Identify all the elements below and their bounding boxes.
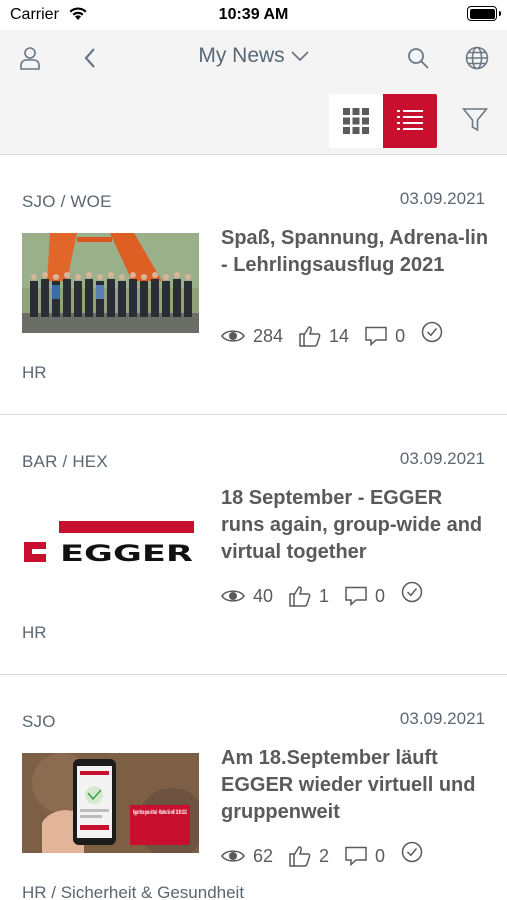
grid-view-button[interactable] bbox=[329, 94, 383, 148]
app-header: My News bbox=[0, 30, 507, 155]
article-stats: 40 1 0 bbox=[221, 581, 423, 610]
likes-count: 14 bbox=[329, 325, 350, 346]
eye-icon bbox=[221, 850, 245, 862]
article-date: 03.09.2021 bbox=[399, 189, 485, 208]
article-date: 03.09.2021 bbox=[399, 449, 485, 468]
page-title: My News bbox=[198, 44, 285, 67]
svg-text:EGGER: EGGER bbox=[60, 542, 193, 567]
eye-icon bbox=[221, 330, 245, 342]
article-headline[interactable]: Am 18.September läuft EGGER wieder virtu… bbox=[221, 745, 491, 826]
article-date: 03.09.2021 bbox=[399, 709, 485, 728]
check-circle-icon bbox=[401, 581, 423, 603]
comments-stat[interactable]: 0 bbox=[365, 326, 405, 347]
article-category: HR bbox=[22, 623, 47, 642]
list-view-button[interactable] bbox=[383, 94, 437, 148]
svg-text:Egger Runs goes virtual – Mach: Egger Runs goes virtual – Machen Sie mit… bbox=[133, 809, 187, 816]
article-stats: 62 2 0 bbox=[221, 841, 423, 870]
status-time: 10:39 AM bbox=[218, 6, 289, 23]
likes-count: 2 bbox=[319, 845, 330, 866]
news-card[interactable]: BAR / HEX 03.09.2021 EGGER 18 September … bbox=[0, 415, 507, 675]
news-feed[interactable]: SJO / WOE 03.09.2021 Spaß, Spannung, Adr… bbox=[0, 155, 507, 900]
grid-icon bbox=[343, 108, 369, 134]
list-icon bbox=[397, 110, 423, 130]
views-count: 62 bbox=[253, 845, 274, 866]
comment-icon bbox=[345, 586, 367, 606]
likes-stat[interactable]: 2 bbox=[289, 845, 329, 867]
views-stat: 284 bbox=[221, 326, 283, 347]
likes-stat[interactable]: 1 bbox=[289, 585, 329, 607]
likes-stat[interactable]: 14 bbox=[299, 325, 349, 347]
article-tag: SJO / WOE bbox=[22, 192, 112, 211]
article-stats: 284 14 0 bbox=[221, 321, 443, 350]
article-category: HR bbox=[22, 363, 47, 382]
article-headline[interactable]: Spaß, Spannung, Adrena-lin - Lehrlingsau… bbox=[221, 225, 491, 279]
article-headline[interactable]: 18 September - EGGER runs again, group-w… bbox=[221, 485, 491, 566]
article-tag: SJO bbox=[22, 712, 56, 731]
thumbs-up-icon bbox=[289, 586, 311, 607]
article-category: HR / Sicherheit & Gesundheit bbox=[22, 883, 245, 900]
globe-icon[interactable] bbox=[457, 38, 497, 78]
status-bar: Carrier 10:39 AM bbox=[0, 0, 507, 30]
check-circle-icon bbox=[421, 321, 443, 343]
comments-stat[interactable]: 0 bbox=[345, 846, 385, 867]
views-stat: 40 bbox=[221, 586, 273, 607]
article-thumbnail[interactable]: Egger Runs goes virtual – Machen Sie mit… bbox=[22, 753, 199, 853]
comment-icon bbox=[365, 326, 387, 346]
filter-icon[interactable] bbox=[455, 100, 495, 140]
eye-icon bbox=[221, 590, 245, 602]
likes-count: 1 bbox=[319, 585, 330, 606]
thumbs-up-icon bbox=[299, 326, 321, 347]
news-card[interactable]: SJO 03.09.2021 Egger Runs goes virtual –… bbox=[0, 675, 507, 900]
comments-count: 0 bbox=[395, 325, 406, 346]
chevron-down-icon bbox=[291, 51, 309, 62]
article-tag: BAR / HEX bbox=[22, 452, 108, 471]
search-icon[interactable] bbox=[398, 38, 438, 78]
news-card[interactable]: SJO / WOE 03.09.2021 Spaß, Spannung, Adr… bbox=[0, 155, 507, 415]
comments-stat[interactable]: 0 bbox=[345, 586, 385, 607]
article-thumbnail[interactable] bbox=[22, 233, 199, 333]
check-circle-icon bbox=[401, 841, 423, 863]
views-count: 40 bbox=[253, 585, 274, 606]
comments-count: 0 bbox=[375, 845, 386, 866]
comment-icon bbox=[345, 846, 367, 866]
egger-logo: EGGER bbox=[22, 493, 199, 593]
battery-icon bbox=[467, 6, 501, 21]
views-stat: 62 bbox=[221, 846, 273, 867]
view-toggle bbox=[329, 94, 437, 148]
comments-count: 0 bbox=[375, 585, 386, 606]
article-thumbnail[interactable]: EGGER bbox=[22, 493, 199, 593]
views-count: 284 bbox=[253, 325, 284, 346]
thumbs-up-icon bbox=[289, 846, 311, 867]
